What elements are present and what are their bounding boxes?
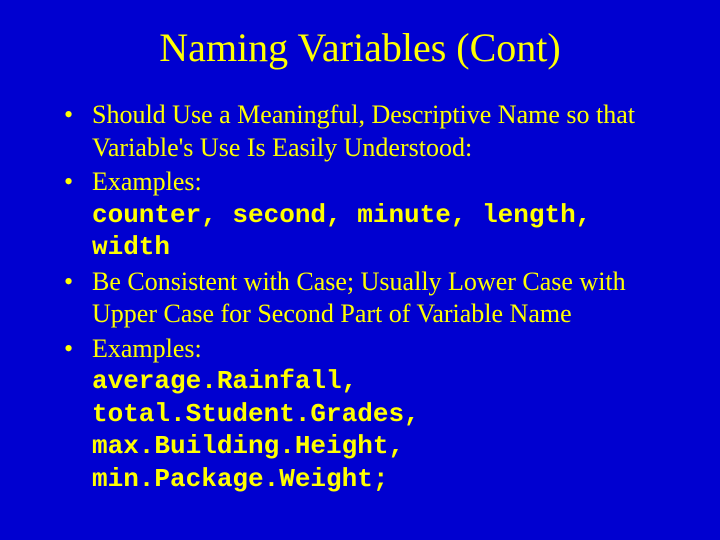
bullet-text: Examples:: [92, 167, 202, 196]
list-item: Examples: counter, second, minute, lengt…: [60, 166, 660, 264]
bullet-text: Examples:: [92, 334, 202, 363]
code-example: average.Rainfall, total.Student.Grades, …: [92, 365, 660, 495]
bullet-list: Should Use a Meaningful, Descriptive Nam…: [60, 99, 660, 495]
slide-title: Naming Variables (Cont): [60, 24, 660, 71]
bullet-text: Be Consistent with Case; Usually Lower C…: [92, 267, 626, 329]
list-item: Examples: average.Rainfall, total.Studen…: [60, 333, 660, 496]
list-item: Should Use a Meaningful, Descriptive Nam…: [60, 99, 660, 164]
list-item: Be Consistent with Case; Usually Lower C…: [60, 266, 660, 331]
bullet-text: Should Use a Meaningful, Descriptive Nam…: [92, 100, 635, 162]
code-example: counter, second, minute, length, width: [92, 199, 660, 264]
